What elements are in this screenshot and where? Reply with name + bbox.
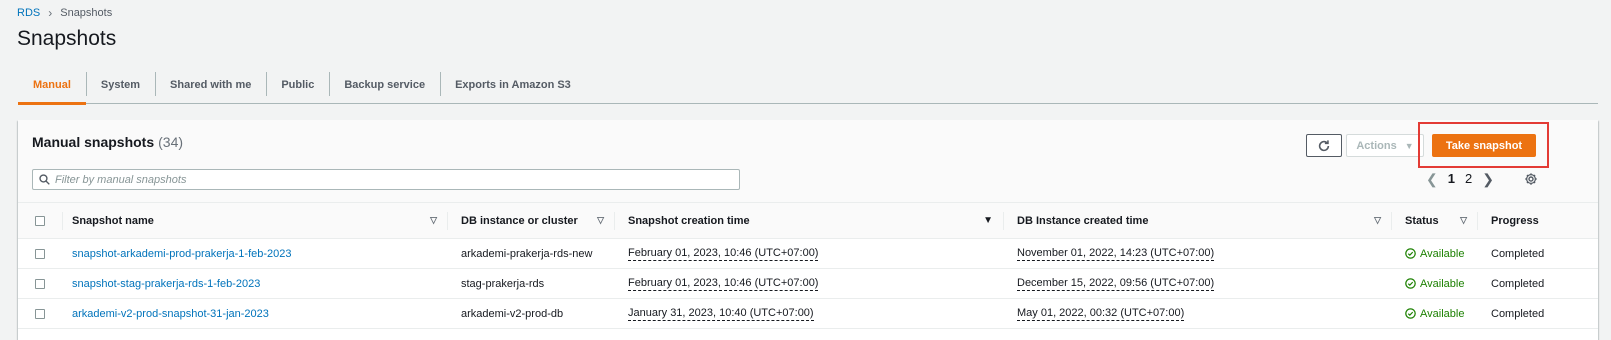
filter-input[interactable] [55,173,739,186]
take-snapshot-button[interactable]: Take snapshot [1432,134,1536,157]
sort-descending-icon: ▼ [983,215,993,226]
sort-icon: ▽ [430,215,437,225]
check-circle-icon [1405,308,1416,319]
filter-field[interactable] [32,169,740,190]
check-circle-icon [1405,278,1416,289]
column-header-progress[interactable]: Progress [1477,203,1598,238]
gear-icon[interactable] [1522,170,1539,187]
snapshot-name-link[interactable]: arkademi-v2-prod-snapshot-31-jan-2023 [72,308,269,320]
chevron-right-icon: › [48,6,53,20]
sort-icon: ▽ [1460,215,1467,225]
column-label: DB Instance created time [1017,214,1149,227]
snapshot-time-cell: January 31, 2023, 10:40 (UTC+07:00) [614,299,1003,328]
row-select-cell [18,299,62,328]
instance-time-value[interactable]: May 01, 2022, 00:32 (UTC+07:00) [1017,307,1185,321]
page-title: Snapshots [17,27,117,50]
snapshot-time-value[interactable]: February 01, 2023, 10:46 (UTC+07:00) [628,247,819,261]
breadcrumb-current: Snapshots [60,7,113,19]
instance-time-cell: May 01, 2022, 00:32 (UTC+07:00) [1003,299,1391,328]
column-label: Snapshot creation time [628,214,750,227]
db-instance-cell: arkademi-v2-prod-db [461,307,564,320]
refresh-button[interactable] [1306,134,1342,157]
progress-cell: Completed [1491,247,1545,260]
snapshot-name-link[interactable]: snapshot-stag-prakerja-rds-1-feb-2023 [72,278,260,290]
page-1-button[interactable]: 1 [1448,171,1455,186]
table-header-row: Snapshot name ▽ DB instance or cluster ▽ S… [18,202,1598,239]
tab-backup-service[interactable]: Backup service [329,66,440,103]
row-checkbox[interactable] [35,308,45,319]
snapshot-name-cell: snapshot-arkademi-prod-prakerja-1-feb-20… [62,239,447,268]
check-circle-icon [1405,248,1416,259]
row-checkbox[interactable] [35,248,45,259]
table-row[interactable]: snapshot-arkademi-prod-prakerja-1-feb-20… [18,239,1598,269]
status-badge: Available [1405,308,1464,320]
tab-system[interactable]: System [85,66,155,103]
caret-down-icon: ▼ [1404,140,1414,151]
snapshot-time-value[interactable]: February 01, 2023, 10:46 (UTC+07:00) [628,277,819,291]
table-row[interactable]: arkademi-v2-prod-snapshot-31-jan-2023 ar… [18,299,1598,329]
instance-time-cell: December 15, 2022, 09:56 (UTC+07:00) [1003,269,1391,298]
tab-manual[interactable]: Manual [18,66,86,105]
page-2-button[interactable]: 2 [1465,171,1472,186]
panel-header: Manual snapshots (34) Actions ▼ Take snap… [18,120,1598,202]
snapshots-table: Snapshot name ▽ DB instance or cluster ▽ S… [18,202,1598,329]
column-label: Status [1405,214,1439,227]
chevron-right-icon[interactable]: ❯ [1482,172,1494,186]
snapshot-time-cell: February 01, 2023, 10:46 (UTC+07:00) [614,239,1003,268]
column-label: Snapshot name [72,214,154,227]
search-icon [33,174,55,185]
status-badge: Available [1405,278,1464,290]
status-cell: Available [1391,239,1477,268]
column-header-db-instance[interactable]: DB instance or cluster ▽ [447,203,614,238]
column-label: Progress [1491,214,1539,227]
row-select-cell [18,239,62,268]
table-row[interactable]: snapshot-stag-prakerja-rds-1-feb-2023 st… [18,269,1598,299]
chevron-left-icon[interactable]: ❮ [1426,172,1438,186]
instance-time-value[interactable]: November 01, 2022, 14:23 (UTC+07:00) [1017,247,1215,261]
db-instance-cell: arkademi-prakerja-rds-new [461,247,593,260]
column-label: DB instance or cluster [461,214,578,227]
snapshot-name-cell: arkademi-v2-prod-snapshot-31-jan-2023 [62,299,447,328]
snapshot-time-cell: February 01, 2023, 10:46 (UTC+07:00) [614,269,1003,298]
instance-time-cell: November 01, 2022, 14:23 (UTC+07:00) [1003,239,1391,268]
progress-cell: Completed [1491,307,1545,320]
column-header-instance-created-time[interactable]: DB Instance created time ▽ [1003,203,1391,238]
breadcrumb-rds-link[interactable]: RDS [17,7,40,19]
instance-time-value[interactable]: December 15, 2022, 09:56 (UTC+07:00) [1017,277,1215,291]
refresh-icon [1318,139,1330,151]
db-instance-cell: stag-prakerja-rds [461,277,545,290]
breadcrumb: RDS › Snapshots [17,6,112,20]
status-cell: Available [1391,269,1477,298]
select-all-cell [18,203,62,238]
panel-title-text: Manual snapshots [32,134,155,150]
tab-shared-with-me[interactable]: Shared with me [155,66,266,103]
column-header-snapshot-creation-time[interactable]: Snapshot creation time ▼ [614,203,1003,238]
tab-bar: Manual System Shared with me Public Back… [18,66,1598,105]
snapshot-name-link[interactable]: snapshot-arkademi-prod-prakerja-1-feb-20… [72,248,292,260]
row-select-cell [18,269,62,298]
actions-label: Actions [1356,139,1397,152]
column-header-snapshot-name[interactable]: Snapshot name ▽ [62,203,447,238]
status-cell: Available [1391,299,1477,328]
column-header-status[interactable]: Status ▽ [1391,203,1477,238]
pagination: ❮ 1 2 ❯ [1426,171,1494,186]
tab-exports-s3[interactable]: Exports in Amazon S3 [440,66,586,103]
snapshot-count: (34) [158,134,184,150]
row-checkbox[interactable] [35,278,45,289]
actions-dropdown[interactable]: Actions ▼ [1346,134,1424,157]
sort-icon: ▽ [597,215,604,225]
status-badge: Available [1405,248,1464,260]
snapshot-time-value[interactable]: January 31, 2023, 10:40 (UTC+07:00) [628,307,814,321]
manual-snapshots-panel: Manual snapshots (34) Actions ▼ Take snap… [18,120,1598,340]
tab-public[interactable]: Public [266,66,329,103]
snapshot-name-cell: snapshot-stag-prakerja-rds-1-feb-2023 [62,269,447,298]
status-text: Available [1420,307,1465,320]
progress-cell: Completed [1491,277,1545,290]
select-all-checkbox[interactable] [35,215,45,226]
status-text: Available [1420,277,1465,290]
panel-title: Manual snapshots (34) [32,134,183,150]
sort-icon: ▽ [1374,215,1381,225]
status-text: Available [1420,247,1465,260]
